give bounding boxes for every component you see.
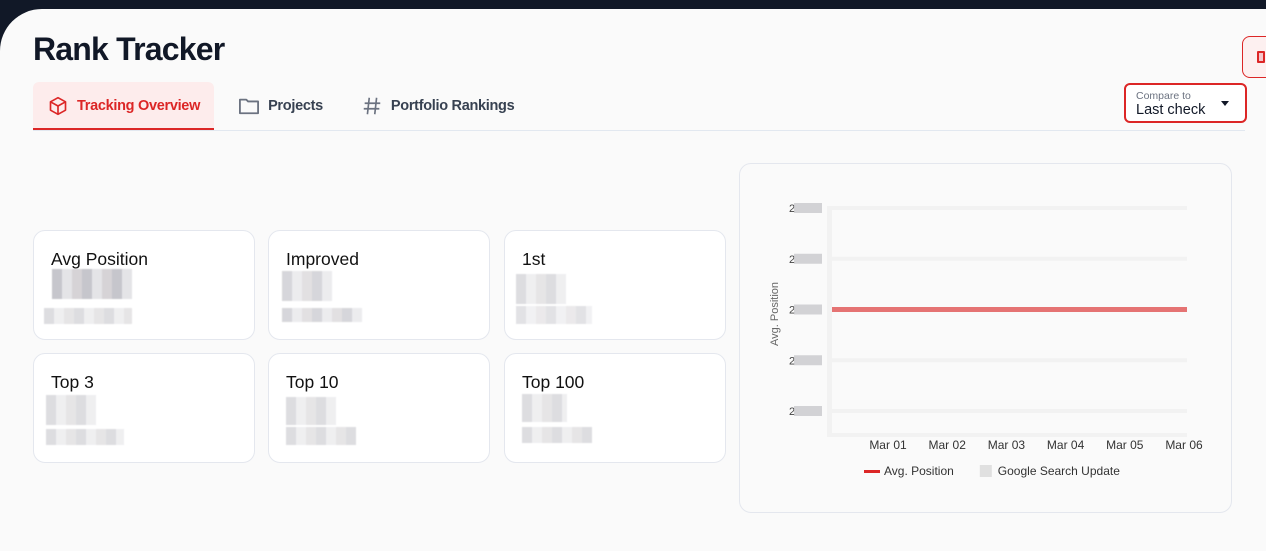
x-axis-line [827, 433, 1187, 437]
metric-card-1st: 1st [504, 230, 726, 340]
legend-label: Google Search Update [998, 464, 1120, 478]
x-tick-label: Mar 01 [869, 438, 907, 452]
metric-value-redacted [52, 269, 132, 299]
y-tick-label: 2 [789, 203, 822, 215]
cube-icon [47, 95, 69, 117]
metric-value-redacted [282, 271, 332, 301]
page-title: Rank Tracker [33, 31, 225, 67]
legend-box-swatch [979, 465, 992, 477]
x-tick-label: Mar 03 [988, 438, 1026, 452]
metric-subvalue-redacted [46, 429, 124, 445]
top-bar [0, 0, 1266, 9]
gridline [830, 358, 1187, 363]
y-tick-label: 2 [789, 406, 822, 418]
avg-position-chart-card: 2 2 2 2 2 Mar 01 Mar 02 Mar 03 Mar 04 Mar 05 Mar … [739, 163, 1232, 513]
gridline [830, 256, 1187, 261]
tab-portfolio-rankings[interactable]: Portfolio Rankings [347, 82, 529, 130]
legend-label: Avg. Position [884, 464, 954, 478]
metric-subvalue-redacted [44, 308, 132, 324]
tab-label: Portfolio Rankings [390, 98, 515, 114]
caret-down-icon [1221, 101, 1229, 106]
x-tick-label: Mar 04 [1047, 438, 1085, 452]
metric-card-top-10: Top 10 [268, 353, 490, 463]
panel-icon [1257, 51, 1265, 63]
y-tick-label: 2 [789, 253, 822, 266]
tabs-divider [33, 130, 1245, 131]
metric-label: Avg Position [51, 249, 148, 269]
x-tick-label: Mar 02 [929, 438, 967, 452]
compare-to-value: Last check [1136, 102, 1206, 118]
y-tick-redacted [794, 304, 822, 315]
metric-card-improved: Improved [268, 230, 490, 340]
y-tick-redacted [794, 355, 822, 366]
y-axis-label: Avg. Position [769, 282, 781, 346]
tab-tracking-overview[interactable]: Tracking Overview [33, 82, 215, 131]
gridline [830, 206, 1187, 210]
y-tick-redacted [794, 203, 822, 213]
metric-subvalue-redacted [522, 427, 592, 443]
x-tick-label: Mar 05 [1106, 438, 1144, 452]
folder-icon [238, 95, 260, 117]
metric-value-redacted [46, 395, 96, 425]
tab-projects[interactable]: Projects [224, 82, 337, 130]
chart-legend: Avg. Position Google Search Update [864, 464, 1120, 478]
compare-to-label: Compare to [1136, 90, 1191, 102]
tab-label: Projects [268, 98, 323, 114]
metric-subvalue-redacted [516, 306, 592, 324]
legend-item: Avg. Position [864, 464, 954, 478]
metric-label: Top 100 [522, 372, 585, 392]
metric-label: Improved [286, 249, 359, 269]
metric-label: Top 10 [286, 372, 339, 392]
metric-value-redacted [522, 394, 567, 422]
y-tick-redacted [794, 406, 822, 416]
x-tick-label: Mar 06 [1165, 438, 1203, 452]
tab-label: Tracking Overview [77, 98, 201, 114]
legend-line-swatch [864, 470, 880, 473]
metric-subvalue-redacted [286, 427, 356, 445]
side-panel-button[interactable] [1242, 36, 1266, 78]
metric-subvalue-redacted [282, 308, 362, 322]
metric-value-redacted [286, 397, 336, 425]
y-tick-redacted [794, 253, 822, 264]
compare-to-select[interactable]: Compare to Last check [1124, 83, 1247, 123]
metric-label: 1st [522, 249, 546, 269]
hash-icon [361, 95, 383, 117]
gridline [830, 409, 1187, 413]
metric-card-top-3: Top 3 [33, 353, 255, 463]
avg-position-chart: 2 2 2 2 2 Mar 01 Mar 02 Mar 03 Mar 04 Mar 05 Mar … [769, 203, 1203, 478]
y-tick-label: 2 [789, 355, 822, 367]
metric-label: Top 3 [51, 372, 94, 392]
metric-card-top-100: Top 100 [504, 353, 726, 463]
y-axis-line [827, 206, 832, 437]
metric-card-avg-position: Avg Position [33, 230, 255, 340]
y-tick-label: 2 [789, 304, 822, 317]
tab-bar: Tracking Overview Projects Portfolio Ran… [33, 82, 529, 131]
legend-item: Google Search Update [979, 464, 1120, 478]
metric-value-redacted [516, 274, 566, 304]
